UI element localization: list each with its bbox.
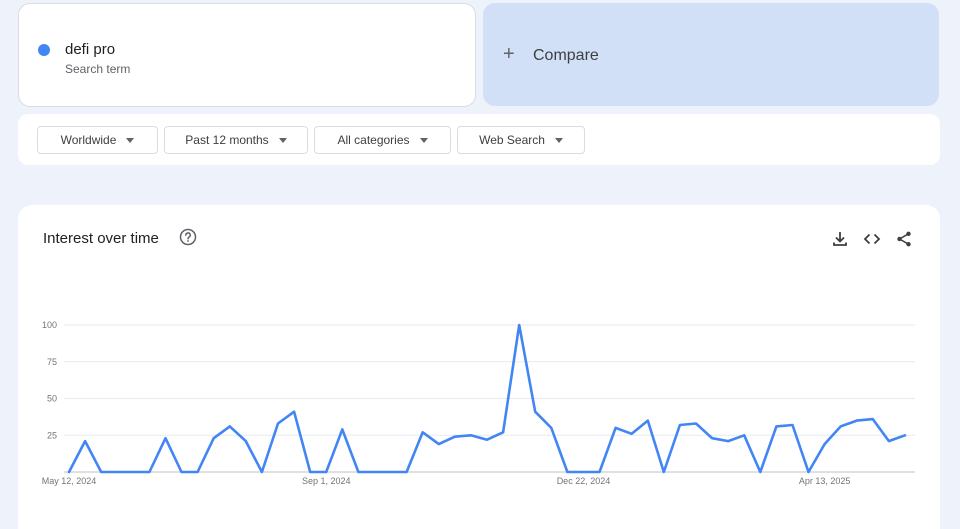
interest-line-chart: 100 75 50 25 May 12, 2024 Sep 1, 2024 Dec 22, … <box>42 320 915 486</box>
x-tick-label: May 12, 2024 <box>42 476 97 486</box>
y-tick-label: 100 <box>42 320 57 330</box>
x-tick-label: Sep 1, 2024 <box>302 476 351 486</box>
y-tick-label: 50 <box>47 394 57 404</box>
x-tick-label: Apr 13, 2025 <box>799 476 851 486</box>
y-tick-label: 75 <box>47 357 57 367</box>
y-tick-label: 25 <box>47 430 57 440</box>
x-tick-label: Dec 22, 2024 <box>557 476 611 486</box>
